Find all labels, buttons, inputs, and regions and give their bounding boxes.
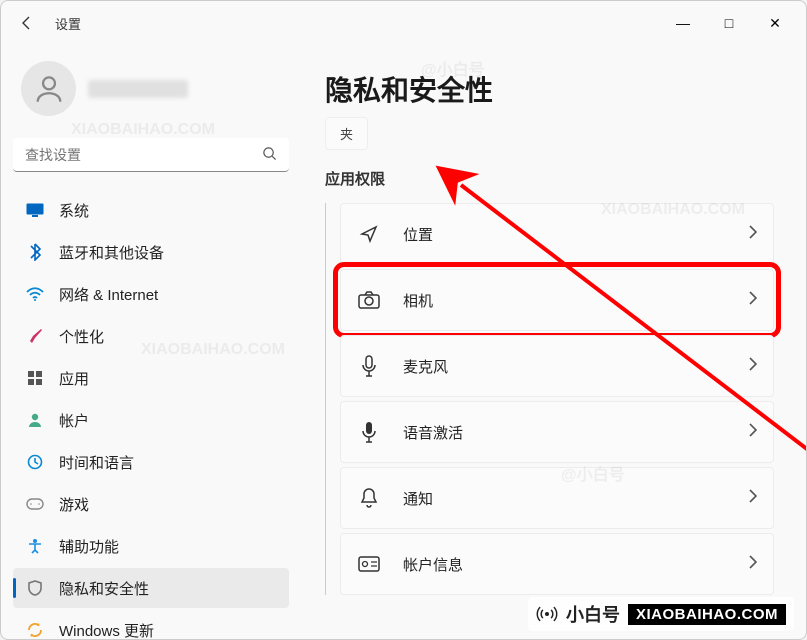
permission-item-mic[interactable]: 麦克风 bbox=[340, 335, 774, 397]
sidebar-item-label: Windows 更新 bbox=[59, 620, 154, 640]
breadcrumb-fragment: 夹 bbox=[325, 117, 368, 150]
chevron-right-icon bbox=[749, 291, 757, 310]
sidebar-item-label: 游戏 bbox=[59, 494, 89, 515]
broadcast-icon bbox=[536, 603, 558, 625]
permission-label: 通知 bbox=[403, 488, 749, 509]
arrow-left-icon bbox=[19, 15, 35, 31]
sidebar-item-wifi[interactable]: 网络 & Internet bbox=[13, 274, 289, 314]
watermark-domain: XIAOBAIHAO.COM bbox=[628, 604, 786, 625]
permission-label: 帐户信息 bbox=[403, 554, 749, 575]
wifi-icon bbox=[25, 284, 45, 304]
maximize-button[interactable]: □ bbox=[706, 7, 752, 39]
permission-item-notify[interactable]: 通知 bbox=[340, 467, 774, 529]
notify-icon bbox=[357, 488, 381, 508]
permission-label: 语音激活 bbox=[403, 422, 749, 443]
close-button[interactable]: ✕ bbox=[752, 7, 798, 39]
permission-item-camera[interactable]: 相机 bbox=[340, 269, 774, 331]
sidebar-item-privacy[interactable]: 隐私和安全性 bbox=[13, 568, 289, 608]
sidebar: 系统蓝牙和其他设备网络 & Internet 个性化应用帐户时间和语言游戏辅助功能… bbox=[1, 45, 301, 639]
update-icon bbox=[25, 620, 45, 639]
section-header-app-permissions: 应用权限 bbox=[325, 168, 774, 189]
back-button[interactable] bbox=[17, 13, 37, 33]
account-icon bbox=[25, 410, 45, 430]
search-input[interactable] bbox=[25, 147, 253, 163]
watermark-brand: 小白号 bbox=[566, 601, 620, 627]
watermark: 小白号 XIAOBAIHAO.COM bbox=[528, 597, 794, 631]
sidebar-item-system[interactable]: 系统 bbox=[13, 190, 289, 230]
sidebar-item-brush[interactable]: 个性化 bbox=[13, 316, 289, 356]
gaming-icon bbox=[25, 494, 45, 514]
permission-label: 相机 bbox=[403, 290, 749, 311]
avatar bbox=[21, 61, 76, 116]
permission-item-voice[interactable]: 语音激活 bbox=[340, 401, 774, 463]
sidebar-item-label: 蓝牙和其他设备 bbox=[59, 242, 164, 263]
permission-item-acctinfo[interactable]: 帐户信息 bbox=[340, 533, 774, 595]
sidebar-item-apps[interactable]: 应用 bbox=[13, 358, 289, 398]
bluetooth-icon bbox=[25, 242, 45, 262]
chevron-right-icon bbox=[749, 555, 757, 574]
titlebar: 设置 — □ ✕ bbox=[1, 1, 806, 45]
sidebar-item-label: 系统 bbox=[59, 200, 89, 221]
search-input-wrapper[interactable] bbox=[13, 138, 289, 172]
search-icon bbox=[262, 146, 277, 164]
sidebar-item-access[interactable]: 辅助功能 bbox=[13, 526, 289, 566]
nav-list: 系统蓝牙和其他设备网络 & Internet 个性化应用帐户时间和语言游戏辅助功能… bbox=[13, 190, 289, 639]
person-icon bbox=[32, 72, 66, 106]
brush-icon bbox=[25, 326, 45, 346]
permission-item-location[interactable]: 位置 bbox=[340, 203, 774, 265]
camera-icon bbox=[357, 291, 381, 309]
chevron-right-icon bbox=[749, 357, 757, 376]
window-title: 设置 bbox=[55, 14, 81, 33]
chevron-right-icon bbox=[749, 225, 757, 244]
minimize-button[interactable]: — bbox=[660, 7, 706, 39]
sidebar-item-gaming[interactable]: 游戏 bbox=[13, 484, 289, 524]
permissions-list: 位置相机麦克风语音激活通知帐户信息 bbox=[325, 203, 774, 595]
system-icon bbox=[25, 200, 45, 220]
apps-icon bbox=[25, 368, 45, 388]
privacy-icon bbox=[25, 578, 45, 598]
sidebar-item-bluetooth[interactable]: 蓝牙和其他设备 bbox=[13, 232, 289, 272]
location-icon bbox=[357, 224, 381, 244]
sidebar-item-time[interactable]: 时间和语言 bbox=[13, 442, 289, 482]
access-icon bbox=[25, 536, 45, 556]
main-panel: 隐私和安全性 夹 应用权限 位置相机麦克风语音激活通知帐户信息 bbox=[301, 45, 806, 639]
sidebar-item-label: 网络 & Internet bbox=[59, 284, 158, 305]
user-profile-row[interactable] bbox=[13, 55, 289, 122]
chevron-right-icon bbox=[749, 423, 757, 442]
sidebar-item-account[interactable]: 帐户 bbox=[13, 400, 289, 440]
mic-icon bbox=[357, 355, 381, 377]
time-icon bbox=[25, 452, 45, 472]
sidebar-item-label: 辅助功能 bbox=[59, 536, 119, 557]
user-name-blurred bbox=[88, 80, 188, 98]
permission-label: 位置 bbox=[403, 224, 749, 245]
chevron-right-icon bbox=[749, 489, 757, 508]
page-title: 隐私和安全性 bbox=[325, 69, 774, 109]
sidebar-item-label: 时间和语言 bbox=[59, 452, 134, 473]
settings-window: 设置 — □ ✕ 系统蓝牙和其他设备网络 & Internet 个性化应用帐户时间… bbox=[0, 0, 807, 640]
sidebar-item-label: 帐户 bbox=[59, 410, 89, 431]
permission-label: 麦克风 bbox=[403, 356, 749, 377]
acctinfo-icon bbox=[357, 556, 381, 572]
sidebar-item-update[interactable]: Windows 更新 bbox=[13, 610, 289, 639]
sidebar-item-label: 隐私和安全性 bbox=[59, 578, 149, 599]
voice-icon bbox=[357, 421, 381, 443]
sidebar-item-label: 应用 bbox=[59, 368, 89, 389]
sidebar-item-label: 个性化 bbox=[59, 326, 104, 347]
window-controls: — □ ✕ bbox=[660, 7, 798, 39]
